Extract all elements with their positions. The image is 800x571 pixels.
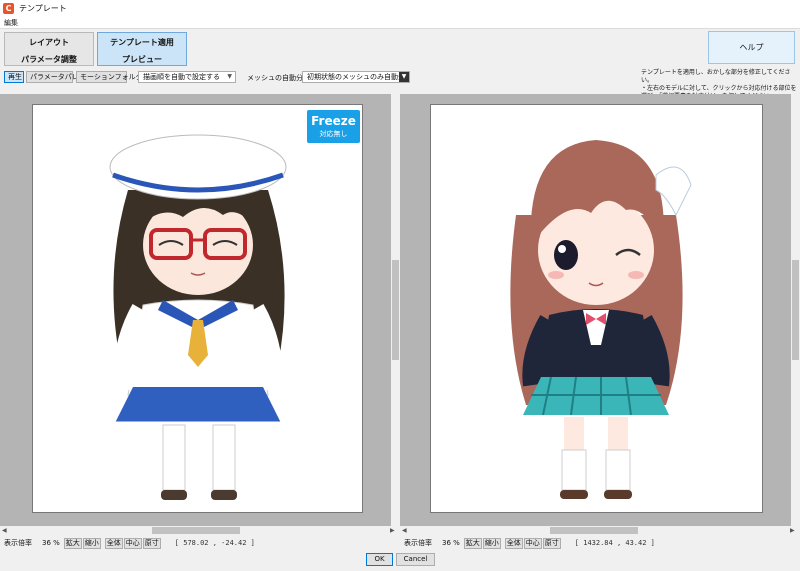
mode-label-top: テンプレート適用: [110, 38, 174, 47]
zoom-value: 36 %: [42, 539, 60, 547]
mesh-split-value: 初期状態のメッシュのみ自動分割: [307, 73, 410, 81]
cancel-button[interactable]: Cancel: [396, 553, 435, 566]
ok-button[interactable]: OK: [366, 553, 393, 566]
left-status-bar: 表示倍率 36 % 拡大 縮小 全体 中心 原寸 [ 578.02 , -24.…: [4, 537, 255, 549]
actual-size-button[interactable]: 原寸: [542, 537, 561, 549]
mesh-split-select[interactable]: 初期状態のメッシュのみ自動分割 ▼: [302, 71, 410, 83]
chevron-left-icon[interactable]: ◀: [402, 526, 407, 535]
zoom-label: 表示倍率: [4, 539, 32, 547]
chevron-left-icon[interactable]: ◀: [2, 526, 7, 535]
scroll-thumb[interactable]: [550, 527, 638, 534]
actual-size-button[interactable]: 原寸: [142, 537, 161, 549]
left-horizontal-scrollbar[interactable]: ◀ ▶: [0, 526, 400, 535]
cursor-coordinates: [ 1432.84 , 43.42 ]: [574, 539, 655, 547]
zoom-in-button[interactable]: 拡大: [63, 537, 82, 549]
play-button[interactable]: 再生: [4, 71, 24, 83]
draw-order-value: 描画順を自動で設定する: [143, 73, 220, 81]
right-model-canvas[interactable]: [430, 104, 763, 513]
zoom-out-button[interactable]: 縮小: [482, 537, 501, 549]
window-title: テンプレート: [19, 4, 67, 13]
mode-label-bottom: パラメータ調整: [21, 55, 77, 64]
fit-all-button[interactable]: 全体: [504, 537, 523, 549]
chevron-right-icon[interactable]: ▶: [390, 526, 395, 535]
help-button[interactable]: ヘルプ: [708, 31, 795, 64]
scroll-thumb[interactable]: [152, 527, 240, 534]
right-status-bar: 表示倍率 36 % 拡大 縮小 全体 中心 原寸 [ 1432.84 , 43.…: [404, 537, 655, 549]
left-vertical-scrollbar[interactable]: [391, 94, 400, 526]
scroll-thumb[interactable]: [792, 260, 799, 360]
app-icon: C: [3, 3, 14, 14]
left-character-image: [109, 134, 287, 500]
freeze-badge: Freeze 対応無し: [307, 110, 360, 143]
zoom-out-button[interactable]: 縮小: [82, 537, 101, 549]
right-model-viewport[interactable]: [400, 94, 791, 526]
scroll-thumb[interactable]: [392, 260, 399, 360]
chevron-right-icon[interactable]: ▶: [790, 526, 795, 535]
template-preview-mode-button[interactable]: テンプレート適用 プレビュー: [97, 32, 187, 66]
center-button[interactable]: 中心: [123, 537, 142, 549]
mode-label-bottom: プレビュー: [122, 55, 162, 64]
mode-label-top: レイアウト: [29, 38, 69, 47]
zoom-in-button[interactable]: 拡大: [463, 537, 482, 549]
param-palette-button[interactable]: パラメータパレット: [26, 71, 93, 83]
right-vertical-scrollbar[interactable]: [791, 94, 800, 526]
layout-param-mode-button[interactable]: レイアウト パラメータ調整: [4, 32, 94, 66]
left-model-viewport[interactable]: [0, 94, 391, 526]
zoom-label: 表示倍率: [404, 539, 432, 547]
freeze-subtitle: 対応無し: [319, 130, 348, 138]
right-character-image: [510, 140, 692, 499]
center-button[interactable]: 中心: [523, 537, 542, 549]
menu-bar: 編集: [0, 17, 800, 29]
left-model-canvas[interactable]: [32, 104, 363, 513]
zoom-value: 36 %: [442, 539, 460, 547]
mesh-split-label: メッシュの自動分割: [247, 74, 310, 82]
chevron-down-icon: ▼: [399, 72, 409, 82]
motion-folder-button[interactable]: モーションフォルダ: [76, 71, 143, 83]
draw-order-select[interactable]: 描画順を自動で設定する ▼: [138, 71, 236, 83]
freeze-title: Freeze: [311, 114, 356, 128]
right-horizontal-scrollbar[interactable]: ◀ ▶: [400, 526, 800, 535]
menu-edit[interactable]: 編集: [4, 18, 18, 28]
chevron-down-icon: ▼: [227, 73, 232, 80]
title-bar: C テンプレート: [0, 0, 800, 17]
cursor-coordinates: [ 578.02 , -24.42 ]: [174, 539, 255, 547]
fit-all-button[interactable]: 全体: [104, 537, 123, 549]
